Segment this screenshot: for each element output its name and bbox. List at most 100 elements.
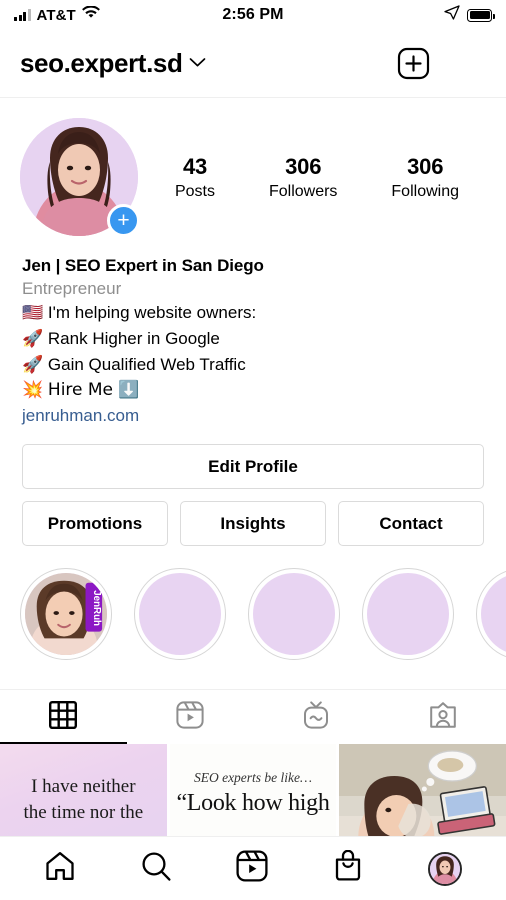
following-label: Following (391, 182, 459, 200)
profile-stats: 43 Posts 306 Followers 306 Following (138, 154, 486, 201)
edit-profile-row: Edit Profile (0, 426, 506, 489)
chevron-down-icon (189, 55, 206, 73)
followers-label: Followers (268, 182, 338, 200)
nav-reels[interactable] (236, 850, 268, 887)
status-bar-right (284, 4, 495, 26)
posts-label: Posts (174, 182, 215, 200)
highlight-thumbnail (367, 573, 449, 655)
contact-button[interactable]: Contact (338, 501, 484, 546)
posts-count: 43 (182, 153, 208, 179)
bio-section: Jen | SEO Expert in San Diego Entreprene… (0, 236, 506, 426)
bio-line: 🇺🇸 I'm helping website owners: (22, 302, 486, 325)
highlight-cover (248, 568, 340, 660)
reels-icon (236, 850, 268, 887)
profile-body: + 43 Posts 306 Followers 306 Following J… (0, 98, 506, 836)
highlight-item[interactable]: Testimonials (362, 568, 454, 669)
collision-emoji: 💥 (22, 380, 44, 401)
highlight-label: Me (20, 668, 112, 669)
highlight-item[interactable]: Tip of the D... (134, 568, 226, 669)
promotions-button[interactable]: Promotions (22, 501, 168, 546)
post-quote-text: I have neither the time nor the (0, 774, 167, 825)
highlight-thumbnail (253, 573, 335, 655)
avatar-container[interactable]: + (20, 118, 140, 237)
home-icon (44, 850, 76, 887)
username-dropdown[interactable]: seo.expert.sd (20, 48, 206, 79)
reel-thumbnail-image (339, 744, 506, 836)
bio-line: 💥 Hire Me ⬇️ (22, 379, 486, 402)
header-actions (397, 47, 490, 80)
highlight-item[interactable]: JenRuh Me (20, 568, 112, 669)
stat-following[interactable]: 306 Following (391, 154, 459, 201)
tab-reels[interactable] (127, 690, 254, 744)
profile-header-section: + 43 Posts 306 Followers 306 Following (0, 98, 506, 237)
cellular-bars-icon (14, 9, 31, 21)
post-thumbnail[interactable]: SEO experts be like… “Look how high (169, 744, 337, 836)
status-bar-left: AT&T (14, 5, 222, 24)
carrier-label: AT&T (36, 6, 76, 24)
nav-home[interactable] (44, 850, 76, 887)
clock-label: 2:56 PM (222, 6, 284, 23)
profile-avatar-icon (428, 851, 462, 886)
post-quote-line2: the time nor the (23, 801, 144, 823)
tagged-person-icon (429, 701, 457, 734)
username-label: seo.expert.sd (20, 48, 183, 78)
bio-line: 🚀 Rank Higher in Google (22, 328, 486, 351)
website-link[interactable]: jenruhman.com (22, 406, 486, 426)
bio-line: 🚀 Gain Qualified Web Traffic (22, 354, 486, 377)
secondary-actions-row: Promotions Insights Contact (0, 489, 506, 546)
post-thumbnail[interactable]: I have neither the time nor the (0, 744, 167, 836)
plus-square-icon[interactable] (397, 47, 430, 80)
rocket-emoji: 🚀 (22, 328, 44, 349)
highlight-item[interactable]: Ros (476, 568, 506, 669)
highlight-item[interactable]: San Diego life (248, 568, 340, 669)
nav-profile[interactable] (428, 851, 462, 886)
status-bar: AT&T 2:56 PM (0, 0, 506, 30)
highlight-thumbnail (139, 573, 221, 655)
svg-text:JenRuh: JenRuh (91, 590, 102, 626)
display-name: Jen | SEO Expert in San Diego (22, 256, 264, 275)
wifi-icon (81, 5, 100, 24)
highlight-label: Testimonials (362, 668, 454, 669)
post-quote-line1: I have neither (31, 776, 136, 797)
highlight-label: San Diego life (248, 668, 340, 669)
post-thumbnail[interactable] (339, 744, 506, 836)
tab-tagged[interactable] (380, 690, 506, 744)
nav-search[interactable] (140, 850, 172, 887)
bio-line-text: Rank Higher in Google (47, 328, 220, 348)
location-arrow-icon (444, 4, 460, 26)
insights-button[interactable]: Insights (180, 501, 326, 546)
profile-tabs (0, 689, 506, 744)
add-story-badge[interactable]: + (107, 204, 140, 237)
flag-emoji: 🇺🇸 (22, 303, 44, 323)
profile-category: Entrepreneur (22, 279, 122, 298)
hamburger-menu-icon[interactable] (460, 54, 490, 74)
highlight-thumbnail: JenRuh (25, 573, 107, 655)
battery-full-icon (467, 8, 495, 22)
stat-followers[interactable]: 306 Followers (269, 154, 337, 201)
followers-count: 306 (285, 153, 322, 179)
search-icon (140, 850, 172, 887)
tab-igtv[interactable] (253, 690, 380, 744)
highlight-label: Tip of the D... (134, 668, 226, 669)
reels-icon (176, 700, 204, 734)
nav-shop[interactable] (332, 849, 364, 887)
bio-line-text: I'm helping website owners: (47, 303, 257, 322)
highlight-cover (362, 568, 454, 660)
bottom-navigation (0, 836, 506, 900)
post-grid: I have neither the time nor the SEO expe… (0, 744, 506, 836)
following-count: 306 (407, 153, 444, 179)
tab-grid[interactable] (0, 690, 127, 744)
bio-line-text: Gain Qualified Web Traffic (47, 354, 246, 374)
story-highlights: JenRuh Me Tip of the D... San Diego life (0, 546, 506, 669)
app-header: seo.expert.sd (0, 30, 506, 98)
post-subtitle: SEO experts be like… (193, 770, 313, 785)
shopping-bag-icon (332, 849, 364, 887)
edit-profile-button[interactable]: Edit Profile (22, 444, 484, 489)
highlight-thumbnail (481, 573, 506, 655)
highlight-cover: JenRuh (20, 568, 112, 660)
instagram-profile-screen: AT&T 2:56 PM seo.expert.sd + 43 Posts 30… (0, 0, 506, 900)
igtv-icon (302, 700, 330, 734)
highlight-cover (134, 568, 226, 660)
highlight-cover (476, 568, 506, 660)
stat-posts[interactable]: 43 Posts (175, 154, 215, 201)
